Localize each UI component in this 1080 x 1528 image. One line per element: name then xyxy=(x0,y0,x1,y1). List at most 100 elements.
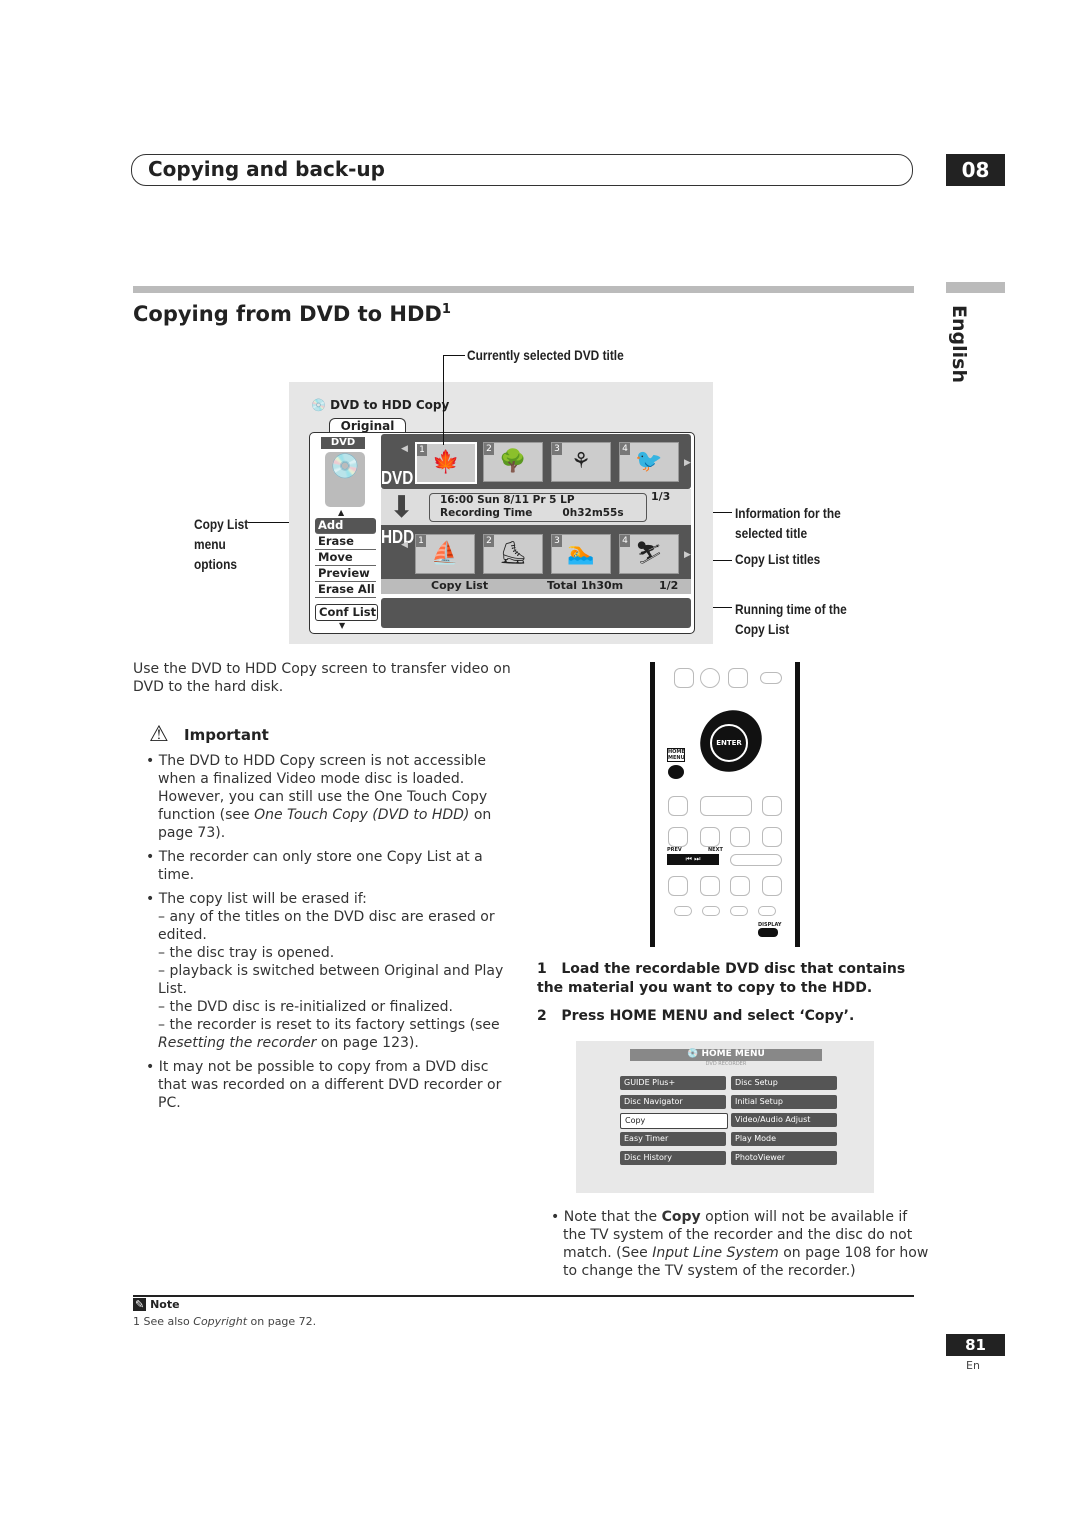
windsurf-icon: ⛵ xyxy=(431,541,459,566)
disc-to-hdd-icon: 💿 xyxy=(325,452,365,507)
tree-icon: 🌳 xyxy=(499,449,527,474)
scroll-down-icon[interactable]: ▼ xyxy=(339,621,345,630)
thumb-number: 4 xyxy=(620,443,630,455)
thumb-number: 1 xyxy=(416,535,426,547)
important-heading: Important xyxy=(184,726,269,744)
dvd-title-thumb[interactable]: 2 🌳 xyxy=(483,442,543,482)
sub-item: – the recorder is reset to its factory s… xyxy=(158,1017,500,1051)
lily-icon: ⚘ xyxy=(571,449,591,474)
tab-original[interactable]: Original xyxy=(329,418,406,433)
menu-erase-all[interactable]: Erase All xyxy=(315,582,376,598)
home-menu-title: 💿 HOME MENU xyxy=(630,1049,822,1061)
sub-item: – the disc tray is opened. xyxy=(158,945,335,961)
thumb-number: 3 xyxy=(552,535,562,547)
callout-line xyxy=(443,355,465,356)
menu-easy-timer[interactable]: Easy Timer xyxy=(620,1132,726,1146)
skater-icon: ⛸ xyxy=(499,541,527,566)
hdd-title-thumb[interactable]: 2 ⛸ xyxy=(483,534,543,574)
footer-lang: En xyxy=(966,1359,980,1372)
display-button[interactable] xyxy=(758,928,778,937)
skijump-icon: ⛷ xyxy=(635,541,663,566)
hdd-title-thumb[interactable]: 4 ⛷ xyxy=(619,534,679,574)
dvd-title-thumb[interactable]: 1 🍁 xyxy=(415,442,477,484)
divider xyxy=(133,286,914,293)
menu-photoviewer[interactable]: PhotoViewer xyxy=(731,1151,837,1165)
step: 2 Press HOME MENU and select ‘Copy’. xyxy=(537,1008,855,1024)
remote-illustration: ENTER HOME MENU PREV NEXT ⏮ ⏭ DISPLAY xyxy=(650,662,802,947)
callout-copy-list-titles: Copy List titles xyxy=(735,551,821,567)
home-menu-button[interactable] xyxy=(668,765,684,779)
swimmer-icon: 🏊 xyxy=(567,541,595,566)
sub-item: – the DVD disc is re-initialized or fina… xyxy=(158,999,453,1015)
thumb-number: 1 xyxy=(417,444,427,456)
menu-move[interactable]: Move xyxy=(315,550,376,566)
steps: 1 Load the recordable DVD disc that cont… xyxy=(537,960,917,1026)
section-header: Copying and back-up xyxy=(131,154,913,186)
menu-add[interactable]: Add xyxy=(315,518,376,534)
hdd-page-indicator: 1/2 xyxy=(659,579,679,592)
dvd-title-thumb[interactable]: 3 ⚘ xyxy=(551,442,611,482)
list-item: • The DVD to HDD Copy screen is not acce… xyxy=(146,753,492,841)
menu-play-mode[interactable]: Play Mode xyxy=(731,1132,837,1146)
scroll-left-icon[interactable]: ◀ xyxy=(401,444,408,454)
enter-button[interactable]: ENTER xyxy=(710,724,748,762)
dvd-label: DVD xyxy=(381,468,414,488)
divider xyxy=(946,282,1005,293)
callout-current-title: Currently selected DVD title xyxy=(467,347,624,363)
hdd-title-thumb[interactable]: 3 🏊 xyxy=(551,534,611,574)
message-area xyxy=(381,598,691,628)
dvd-title-thumb[interactable]: 4 🐦 xyxy=(619,442,679,482)
scroll-left-icon[interactable]: ◀ xyxy=(401,540,408,550)
menu-erase[interactable]: Erase xyxy=(315,534,376,550)
dvd-page-indicator: 1/3 xyxy=(651,490,671,503)
prev-next-buttons[interactable]: ⏮ ⏭ xyxy=(667,854,719,865)
prev-label: PREV xyxy=(667,847,682,853)
menu-video-audio-adjust[interactable]: Video/Audio Adjust xyxy=(731,1113,837,1127)
thumb-number: 2 xyxy=(484,535,494,547)
title-info-box: 16:00 Sun 8/11 Pr 5 LP Recording Time 0h3… xyxy=(429,493,647,522)
note-heading: ✎ Note xyxy=(133,1298,180,1311)
warning-icon: ⚠ xyxy=(149,722,169,747)
info-line-2: Recording Time 0h32m55s xyxy=(440,507,624,519)
home-menu-screen: 💿 HOME MENU DVD RECORDER GUIDE Plus+ Dis… xyxy=(576,1041,874,1193)
scroll-up-icon[interactable]: ▲ xyxy=(338,508,344,517)
copy-note-bullet: • Note that the Copy option will not be … xyxy=(551,1209,929,1279)
leaf-icon: 🍁 xyxy=(432,450,460,475)
scroll-right-icon[interactable]: ▶ xyxy=(684,550,691,560)
down-arrow-icon: ⬇ xyxy=(389,490,415,525)
menu-disc-history[interactable]: Disc History xyxy=(620,1151,726,1165)
hdd-label: HDD xyxy=(381,527,415,547)
footnote: 1 See also Copyright on page 72. xyxy=(133,1315,317,1328)
list-item: • The copy list will be erased if: xyxy=(146,891,367,907)
home-menu-label: HOME MENU xyxy=(667,748,685,762)
copy-list-label: Copy List xyxy=(431,579,489,592)
copy-list-total: Total 1h30m xyxy=(547,579,624,592)
thumb-number: 2 xyxy=(484,443,494,455)
menu-initial-setup[interactable]: Initial Setup xyxy=(731,1095,837,1109)
menu-disc-setup[interactable]: Disc Setup xyxy=(731,1076,837,1090)
conf-list-button[interactable]: Conf List xyxy=(315,604,378,621)
info-line-1: 16:00 Sun 8/11 Pr 5 LP xyxy=(440,494,575,506)
next-label: NEXT xyxy=(708,847,723,853)
dvd-to-hdd-copy-screen: 💿 DVD to HDD Copy Original DVD 💿 ▲ Add E… xyxy=(289,382,713,644)
menu-guide-plus[interactable]: GUIDE Plus+ xyxy=(620,1076,726,1090)
scroll-right-icon[interactable]: ▶ xyxy=(684,458,691,468)
chapter-number: 08 xyxy=(946,154,1005,186)
note-icon: ✎ xyxy=(133,1298,147,1311)
callout-running-time: Running time of the Copy List xyxy=(735,601,847,637)
thumb-number: 3 xyxy=(552,443,562,455)
footnote-ref: 1 xyxy=(441,302,451,317)
menu-copy[interactable]: Copy xyxy=(620,1113,728,1129)
dvd-badge: DVD xyxy=(321,437,365,449)
hdd-title-thumb[interactable]: 1 ⛵ xyxy=(415,534,475,574)
copy-icon: 💿 xyxy=(311,398,326,412)
note-divider xyxy=(133,1295,914,1297)
menu-disc-navigator[interactable]: Disc Navigator xyxy=(620,1095,726,1109)
page-number: 81 xyxy=(946,1334,1005,1356)
list-item: • It may not be possible to copy from a … xyxy=(146,1059,502,1111)
important-list: • The DVD to HDD Copy screen is not acce… xyxy=(143,752,513,1112)
sub-item: – any of the titles on the DVD disc are … xyxy=(158,909,495,943)
menu-preview[interactable]: Preview xyxy=(315,566,376,582)
copy-list-menu: Add Erase Move Preview Erase All xyxy=(315,518,376,598)
callout-copy-list-menu: Copy List menu options xyxy=(194,516,249,572)
